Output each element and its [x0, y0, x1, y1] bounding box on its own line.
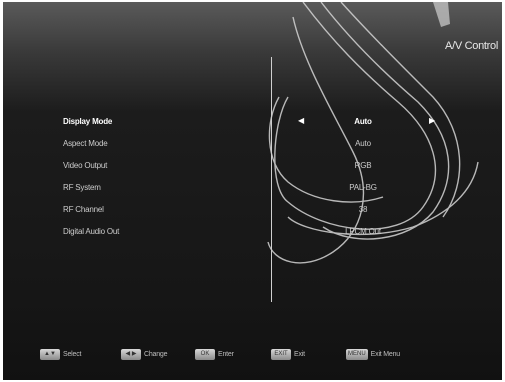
page-title: A/V Control [445, 40, 498, 52]
menu-item-value[interactable]: Auto [293, 117, 433, 126]
hint-label: Exit [294, 351, 305, 359]
hint-label: Enter [218, 351, 234, 359]
menu-item-label: RF Channel [63, 205, 104, 214]
menu-item-label: Aspect Mode [63, 139, 108, 148]
hint-label: Select [63, 351, 82, 359]
menu-item-value: 38 [358, 205, 368, 214]
exit-key-icon: EXIT [271, 349, 291, 361]
menu-item-value: LPCM Out [345, 227, 381, 236]
menu-item-value: RGB [354, 161, 372, 170]
menu-item-value: PAL-BG [349, 183, 377, 192]
menu-item-rf-system[interactable]: RF System PAL-BG [3, 180, 502, 200]
hint-enter: OK Enter [195, 346, 234, 361]
hint-select: ▲▼ Select [40, 346, 82, 361]
menu-item-label: Display Mode [63, 117, 113, 126]
footer-hints: ▲▼ Select ◀ ▶ Change OK Enter EXIT Exit MENU… [3, 346, 502, 364]
right-arrow-icon[interactable]: ▶ [429, 116, 435, 125]
hint-exit-menu: MENU Exit Menu [346, 346, 401, 361]
hint-change: ◀ ▶ Change [121, 346, 168, 361]
hint-label: Exit Menu [370, 351, 401, 359]
hint-label: Change [144, 351, 168, 359]
ok-key-icon: OK [195, 349, 215, 361]
menu-item-digital-audio-out[interactable]: Digital Audio Out LPCM Out [3, 224, 502, 244]
select-key-icon: ▲▼ [40, 349, 60, 361]
menu-item-label: RF System [63, 183, 101, 192]
hint-exit: EXIT Exit [271, 346, 305, 361]
tv-screen: A/V Control Display Mode ◀ Auto ▶ Aspect… [3, 2, 502, 380]
menu-item-video-output[interactable]: Video Output RGB [3, 158, 502, 178]
menu-item-display-mode[interactable]: Display Mode ◀ Auto ▶ [3, 114, 502, 134]
menu-item-label: Video Output [63, 161, 108, 170]
menu-item-rf-channel[interactable]: RF Channel 38 [3, 202, 502, 222]
change-key-icon: ◀ ▶ [121, 349, 141, 361]
menu-item-aspect-mode[interactable]: Aspect Mode Auto [3, 136, 502, 156]
menu-item-label: Digital Audio Out [63, 227, 120, 236]
menu-key-icon: MENU [346, 349, 368, 361]
menu-item-value: Auto [355, 139, 371, 148]
